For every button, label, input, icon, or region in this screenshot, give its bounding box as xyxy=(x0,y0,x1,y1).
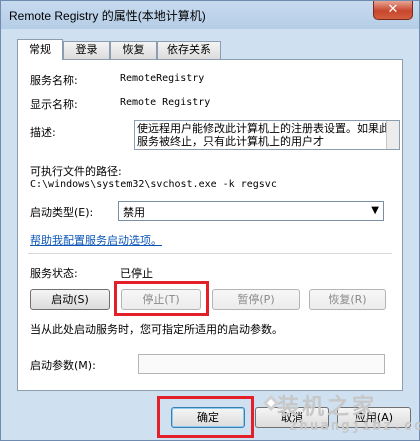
service-name-label: 服务名称: xyxy=(30,74,78,87)
description-textbox[interactable]: 使远程用户能修改此计算机上的注册表设置。如果此服务被终止，只有此计算机上的用户才 xyxy=(134,120,400,150)
tab-recovery[interactable]: 恢复 xyxy=(110,41,157,59)
tab-general[interactable]: 常规 xyxy=(17,39,63,60)
general-tab-panel: 服务名称: RemoteRegistry 显示名称: Remote Regist… xyxy=(17,59,403,391)
startup-type-dropdown[interactable]: 禁用 ▼ xyxy=(118,201,384,221)
description-text: 使远程用户能修改此计算机上的注册表设置。如果此服务被终止，只有此计算机上的用户才 xyxy=(137,122,390,148)
tab-logon[interactable]: 登录 xyxy=(63,41,110,59)
watermark: 装机之家 zhuangjibz.com xyxy=(263,387,420,439)
dropdown-arrow-icon: ▼ xyxy=(371,205,379,216)
ok-highlight-box xyxy=(157,396,254,438)
properties-window: Remote Registry 的属性(本地计算机) ✕ 常规 登录 恢复 依存… xyxy=(0,0,420,441)
display-name-value: Remote Registry xyxy=(120,97,211,108)
executable-path-value: C:\windows\system32\svchost.exe -k regsv… xyxy=(30,179,277,190)
start-params-label: 启动参数(M): xyxy=(30,359,96,372)
resume-button[interactable]: 恢复(R) xyxy=(309,289,386,310)
watermark-url: zhuangjibz.com xyxy=(289,418,420,434)
description-label: 描述: xyxy=(30,126,56,139)
watermark-text: 装机之家 xyxy=(277,395,378,420)
service-status-value: 已停止 xyxy=(120,267,153,280)
start-params-input[interactable] xyxy=(138,354,385,374)
close-button[interactable]: ✕ xyxy=(373,1,413,20)
close-icon: ✕ xyxy=(387,2,399,17)
service-status-label: 服务状态: xyxy=(30,267,78,280)
display-name-label: 显示名称: xyxy=(30,98,78,111)
pause-button[interactable]: 暂停(P) xyxy=(212,289,300,310)
divider xyxy=(28,253,392,254)
executable-path-label: 可执行文件的路径: xyxy=(30,165,122,178)
service-name-value: RemoteRegistry xyxy=(120,73,205,84)
tab-dependencies[interactable]: 依存关系 xyxy=(157,41,221,59)
title-bar[interactable]: Remote Registry 的属性(本地计算机) ✕ xyxy=(1,1,419,29)
stop-highlight-box xyxy=(114,281,209,316)
start-button[interactable]: 启动(S) xyxy=(30,289,110,310)
startup-type-value: 禁用 xyxy=(123,206,145,219)
help-configure-link[interactable]: 帮助我配置服务启动选项。 xyxy=(30,232,162,248)
start-params-hint: 当从此处启动服务时，您可指定所适用的启动参数。 xyxy=(30,323,283,336)
startup-type-label: 启动类型(E): xyxy=(30,206,94,219)
description-scrollbar[interactable] xyxy=(386,121,399,149)
window-title: Remote Registry 的属性(本地计算机) xyxy=(9,9,206,23)
